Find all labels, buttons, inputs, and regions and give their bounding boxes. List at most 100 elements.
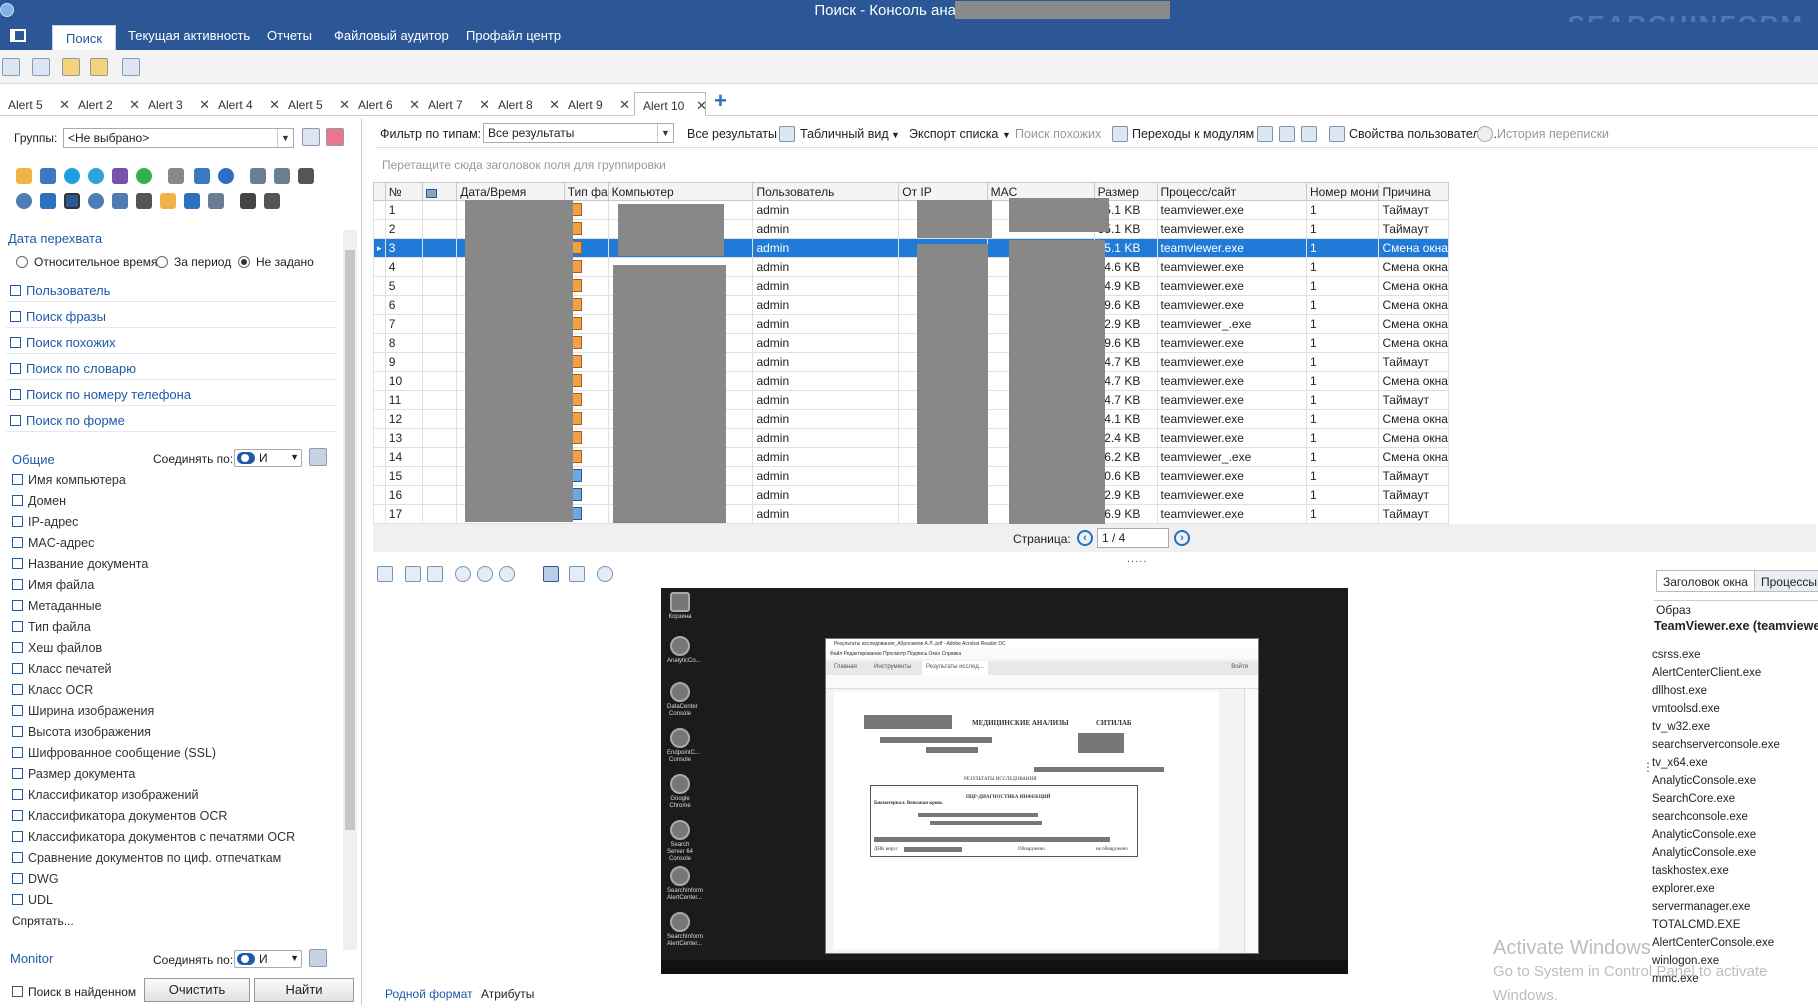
users-icon[interactable]: [40, 193, 56, 209]
microphone-icon[interactable]: [112, 193, 128, 209]
attr-item[interactable]: Метаданные: [12, 599, 102, 613]
outlook-icon[interactable]: [40, 168, 56, 184]
cell-user[interactable]: admin: [752, 238, 900, 258]
tab-alert[interactable]: Alert 5 ✕: [280, 92, 350, 116]
cell-process[interactable]: teamviewer_.exe: [1156, 314, 1307, 334]
cell-user[interactable]: admin: [752, 428, 900, 448]
cell-tag[interactable]: [421, 257, 458, 277]
attr-item[interactable]: Классификатора документов с печатями OCR: [12, 830, 295, 844]
cell-reason[interactable]: Смена окна: [1378, 371, 1449, 391]
cell-tag[interactable]: [421, 504, 458, 524]
col-process[interactable]: Процесс/сайт: [1156, 182, 1307, 201]
process-top[interactable]: TeamViewer.exe (teamviewer: [1654, 619, 1818, 633]
attr-item[interactable]: DWG: [12, 872, 59, 886]
row-indicator[interactable]: [373, 276, 386, 296]
section-user[interactable]: Пользователь: [6, 280, 336, 302]
cell-process[interactable]: teamviewer.exe: [1156, 466, 1307, 486]
http-icon[interactable]: [168, 168, 184, 184]
cell-user[interactable]: admin: [752, 333, 900, 353]
attr-item[interactable]: Сравнение документов по циф. отпечаткам: [12, 851, 281, 865]
keylogger-icon[interactable]: [136, 193, 152, 209]
filter-icon[interactable]: [1257, 126, 1273, 142]
checkbox[interactable]: [10, 311, 21, 322]
cell-tag[interactable]: [421, 466, 458, 486]
checkbox[interactable]: [10, 337, 21, 348]
checkbox[interactable]: [10, 415, 21, 426]
cell-process[interactable]: teamviewer.exe: [1156, 371, 1307, 391]
export-icon[interactable]: [62, 58, 80, 76]
cell-monitor[interactable]: 1: [1305, 333, 1380, 353]
cell-tag[interactable]: [421, 447, 458, 467]
checkbox[interactable]: [12, 474, 23, 485]
cell-monitor[interactable]: 1: [1305, 257, 1380, 277]
row-indicator[interactable]: [373, 409, 386, 429]
checkbox[interactable]: [12, 537, 23, 548]
cell-user[interactable]: admin: [752, 314, 900, 334]
gear-icon[interactable]: [309, 448, 327, 466]
checkbox[interactable]: [12, 642, 23, 653]
row-indicator[interactable]: [373, 257, 386, 277]
checkbox[interactable]: [12, 810, 23, 821]
cell-number[interactable]: 2: [384, 219, 423, 239]
section-dictionary-search[interactable]: Поиск по словарю: [6, 358, 336, 380]
cell-monitor[interactable]: 1: [1305, 390, 1380, 410]
page-input[interactable]: 1 / 4: [1097, 528, 1169, 548]
process-item[interactable]: AlertCenterClient.exe: [1652, 667, 1761, 679]
camera-icon[interactable]: [88, 193, 104, 209]
cell-reason[interactable]: Таймаут: [1378, 219, 1449, 239]
tab-attributes[interactable]: Атрибуты: [481, 987, 534, 1001]
filter-add-icon[interactable]: [1279, 126, 1295, 142]
cell-reason[interactable]: Таймаут: [1378, 485, 1449, 505]
filter-clear-icon[interactable]: [1301, 126, 1317, 142]
row-indicator[interactable]: [373, 371, 386, 391]
search-in-found-checkbox[interactable]: [12, 986, 23, 997]
cell-reason[interactable]: Смена окна: [1378, 276, 1449, 296]
module-transitions-button[interactable]: Переходы к модулям: [1132, 127, 1254, 141]
checkbox[interactable]: [12, 495, 23, 506]
cell-process[interactable]: teamviewer.exe: [1156, 219, 1307, 239]
row-indicator[interactable]: [373, 352, 386, 372]
cell-tag[interactable]: [421, 485, 458, 505]
checkbox[interactable]: [12, 663, 23, 674]
zoom-menu-icon[interactable]: [499, 566, 515, 582]
tab-alert[interactable]: Alert 7 ✕: [420, 92, 490, 116]
monitor-join-toggle[interactable]: И ▼: [234, 950, 302, 968]
checkbox[interactable]: [10, 363, 21, 374]
menu-file-auditor[interactable]: Файловый аудитор: [334, 28, 449, 43]
cell-reason[interactable]: Смена окна: [1378, 447, 1449, 467]
cell-user[interactable]: admin: [752, 257, 900, 277]
groups-select[interactable]: <Не выбрано> ▼: [63, 128, 294, 148]
checkbox[interactable]: [12, 600, 23, 611]
next-page-icon[interactable]: ›: [1174, 530, 1190, 546]
cell-tag[interactable]: [421, 295, 458, 315]
process-item[interactable]: AnalyticConsole.exe: [1652, 775, 1756, 787]
attr-item[interactable]: Размер документа: [12, 767, 135, 781]
files-icon[interactable]: [160, 193, 176, 209]
fit-window-icon[interactable]: [543, 566, 559, 582]
gear-icon[interactable]: [309, 949, 327, 967]
col-number[interactable]: №: [384, 182, 423, 201]
attr-item[interactable]: Ширина изображения: [12, 704, 154, 718]
checkbox[interactable]: [12, 873, 23, 884]
row-indicator[interactable]: [373, 200, 386, 220]
ftp-icon[interactable]: [194, 168, 210, 184]
table-view-button[interactable]: Табличный вид: [800, 127, 889, 141]
process-item[interactable]: SearchCore.exe: [1652, 793, 1735, 805]
tab-alert[interactable]: Alert 8 ✕: [490, 92, 560, 116]
screenshot-preview[interactable]: Корзина AnalyticCo... DataCenter Console…: [661, 588, 1348, 974]
process-item[interactable]: tv_x64.exe: [1652, 757, 1708, 769]
close-icon[interactable]: ✕: [409, 97, 420, 113]
cell-reason[interactable]: Смена окна: [1378, 409, 1449, 429]
process-item[interactable]: explorer.exe: [1652, 883, 1715, 895]
attr-item[interactable]: Класс OCR: [12, 683, 93, 697]
tab-window-title[interactable]: Заголовок окна: [1656, 570, 1755, 592]
cash-icon[interactable]: [264, 193, 280, 209]
cell-process[interactable]: teamviewer.exe: [1156, 276, 1307, 296]
radio-period[interactable]: [156, 256, 168, 268]
row-indicator[interactable]: [373, 390, 386, 410]
flip-vertical-icon[interactable]: [427, 566, 443, 582]
left-scrollbar[interactable]: [343, 230, 357, 950]
tab-alert[interactable]: Alert 9 ✕: [560, 92, 630, 116]
add-tab-icon[interactable]: +: [714, 88, 727, 114]
attr-item[interactable]: Имя компьютера: [12, 473, 126, 487]
